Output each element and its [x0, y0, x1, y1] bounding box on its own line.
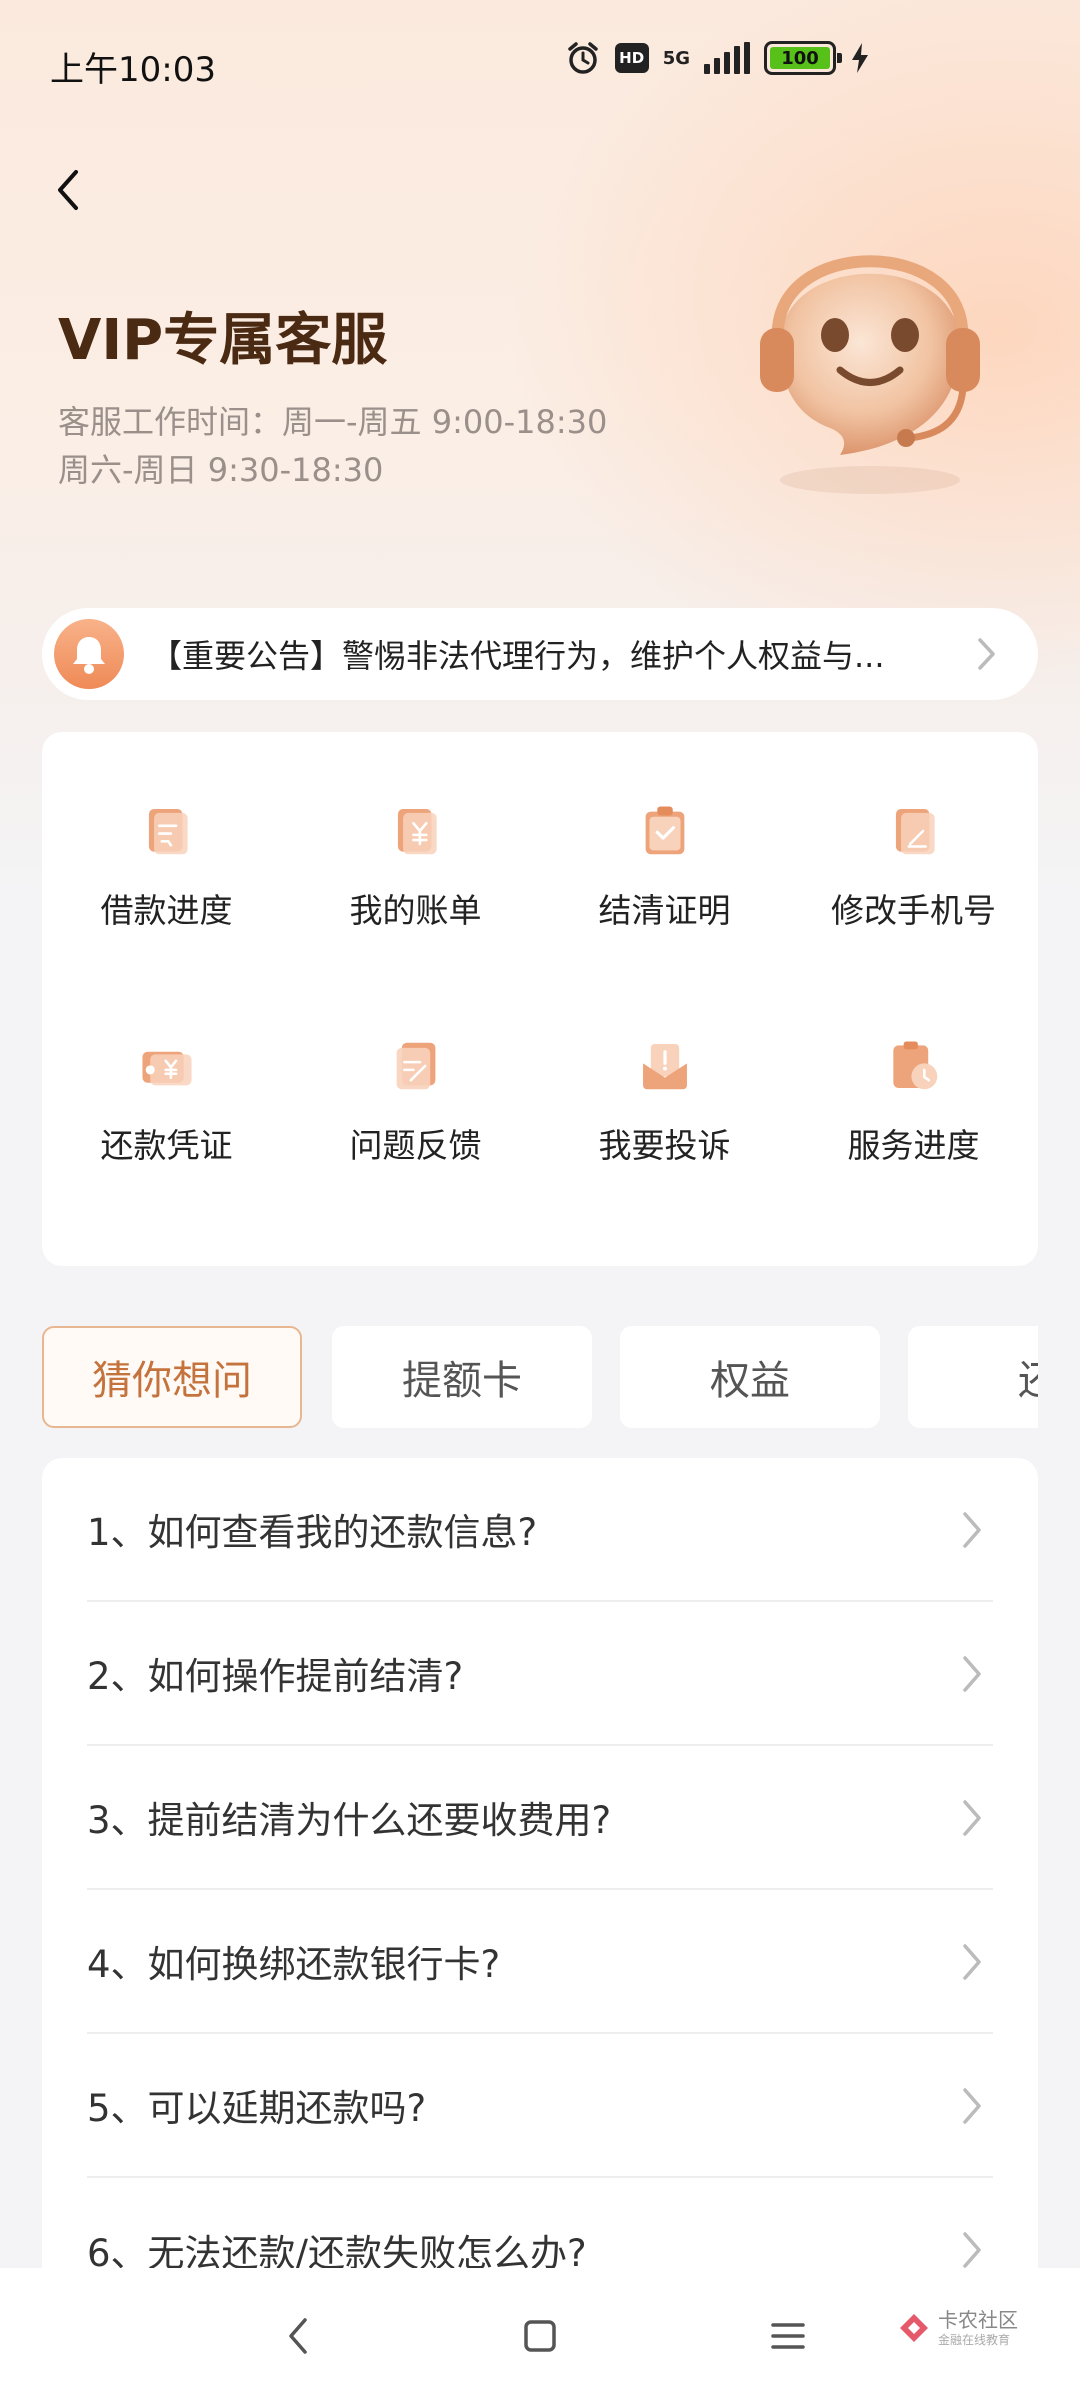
service-label: 结清证明 — [598, 891, 731, 930]
announcement-text: 【重要公告】警惕非法代理行为，维护个人权益与... — [150, 637, 885, 675]
service-label: 修改手机号 — [831, 891, 996, 930]
service-my-bill[interactable]: 我的账单 — [291, 732, 540, 932]
status-bar: 上午10:03 HD 5G 100 — [0, 0, 1080, 130]
loan-progress-icon — [148, 809, 188, 855]
chevron-right-icon — [961, 1942, 983, 1986]
bill-icon — [397, 809, 437, 855]
chevron-right-icon — [976, 636, 998, 676]
service-complaint[interactable]: 我要投诉 — [540, 967, 789, 1167]
battery-icon: 100 — [764, 41, 842, 75]
nav-back-icon — [289, 2318, 307, 2354]
watermark-logo: 卡农社区 金融在线教育 — [896, 2308, 1018, 2348]
service-progress-icon — [892, 1041, 937, 1090]
chevron-right-icon — [961, 1798, 983, 1842]
charging-icon — [850, 42, 870, 74]
faq-category-tabs: 猜你想问 提额卡 权益 还 — [42, 1326, 1038, 1428]
battery-level: 100 — [770, 47, 830, 69]
status-time: 上午10:03 — [50, 50, 216, 90]
system-navigation-bar: 卡农社区 金融在线教育 — [0, 2268, 1080, 2400]
faq-question: 5、可以延期还款吗? — [87, 2087, 427, 2130]
settlement-certificate-icon — [645, 806, 684, 855]
faq-question: 3、提前结清为什么还要收费用? — [87, 1799, 612, 1842]
service-repayment-voucher[interactable]: 还款凭证 — [42, 967, 291, 1167]
nav-home-icon — [524, 2320, 556, 2352]
chevron-right-icon — [961, 2086, 983, 2130]
nav-home-button[interactable] — [510, 2308, 570, 2364]
faq-question: 2、如何操作提前结清? — [87, 1655, 464, 1698]
watermark-subtext: 金融在线教育 — [938, 2333, 1011, 2347]
nav-back-button[interactable] — [268, 2308, 328, 2364]
chevron-right-icon — [961, 1654, 983, 1698]
service-loan-progress[interactable]: 借款进度 — [42, 732, 291, 932]
service-progress[interactable]: 服务进度 — [789, 967, 1038, 1167]
status-icons: HD 5G 100 — [565, 40, 870, 76]
faq-item[interactable]: 2、如何操作提前结清? — [87, 1602, 993, 1746]
service-label: 我要投诉 — [598, 1126, 731, 1165]
faq-item[interactable]: 6、无法还款/还款失败怎么办? — [87, 2178, 993, 2278]
faq-question: 1、如何查看我的还款信息? — [87, 1511, 538, 1554]
customer-service-mascot-icon — [720, 210, 1020, 510]
service-label: 借款进度 — [100, 891, 233, 930]
faq-item[interactable]: 4、如何换绑还款银行卡? — [87, 1890, 993, 2034]
repayment-voucher-icon — [141, 1051, 192, 1086]
service-label: 还款凭证 — [100, 1126, 233, 1165]
back-button[interactable] — [50, 160, 110, 220]
page-title: VIP专属客服 — [58, 308, 388, 373]
faq-item[interactable]: 5、可以延期还款吗? — [87, 2034, 993, 2178]
faq-list: 1、如何查看我的还款信息? 2、如何操作提前结清? 3、提前结清为什么还要收费用… — [42, 1458, 1038, 2278]
tab-guess-you-ask[interactable]: 猜你想问 — [42, 1326, 302, 1428]
tab-limit-card[interactable]: 提额卡 — [332, 1326, 592, 1428]
service-label: 问题反馈 — [349, 1126, 482, 1165]
complaint-icon — [642, 1044, 687, 1090]
feedback-icon — [396, 1042, 435, 1090]
nav-menu-icon — [771, 2323, 805, 2349]
service-feedback[interactable]: 问题反馈 — [291, 967, 540, 1167]
service-hours-weekend: 周六-周日 9:30-18:30 — [58, 451, 384, 489]
chevron-left-icon — [58, 170, 78, 210]
faq-item[interactable]: 1、如何查看我的还款信息? — [87, 1458, 993, 1602]
watermark-logo-icon — [900, 2314, 928, 2342]
service-hours-weekday: 客服工作时间：周一-周五 9:00-18:30 — [58, 403, 608, 441]
services-card: 借款进度 我的账单 结清证明 修改手机号 还款凭证 问题反馈 我要投诉 服务进度 — [42, 732, 1038, 1266]
chevron-right-icon — [961, 1510, 983, 1554]
signal-icon — [704, 42, 750, 74]
network-type-label: 5G — [662, 47, 690, 69]
announcement-banner[interactable]: 【重要公告】警惕非法代理行为，维护个人权益与... — [42, 608, 1038, 700]
service-hours: 客服工作时间：周一-周五 9:00-18:30 周六-周日 9:30-18:30 — [58, 398, 607, 494]
alarm-icon — [565, 40, 601, 76]
service-label: 服务进度 — [847, 1126, 980, 1165]
nav-menu-button[interactable] — [758, 2308, 818, 2364]
faq-item[interactable]: 3、提前结清为什么还要收费用? — [87, 1746, 993, 1890]
bell-icon — [54, 619, 124, 689]
service-edit-phone[interactable]: 修改手机号 — [789, 732, 1038, 932]
tab-benefits[interactable]: 权益 — [620, 1326, 880, 1428]
faq-question: 4、如何换绑还款银行卡? — [87, 1943, 501, 1986]
tab-repayment[interactable]: 还 — [908, 1326, 1038, 1428]
edit-phone-icon — [895, 809, 935, 855]
hd-icon: HD — [614, 43, 649, 73]
watermark-text: 卡农社区 — [938, 2308, 1018, 2332]
service-settlement-certificate[interactable]: 结清证明 — [540, 732, 789, 932]
service-label: 我的账单 — [349, 891, 482, 930]
